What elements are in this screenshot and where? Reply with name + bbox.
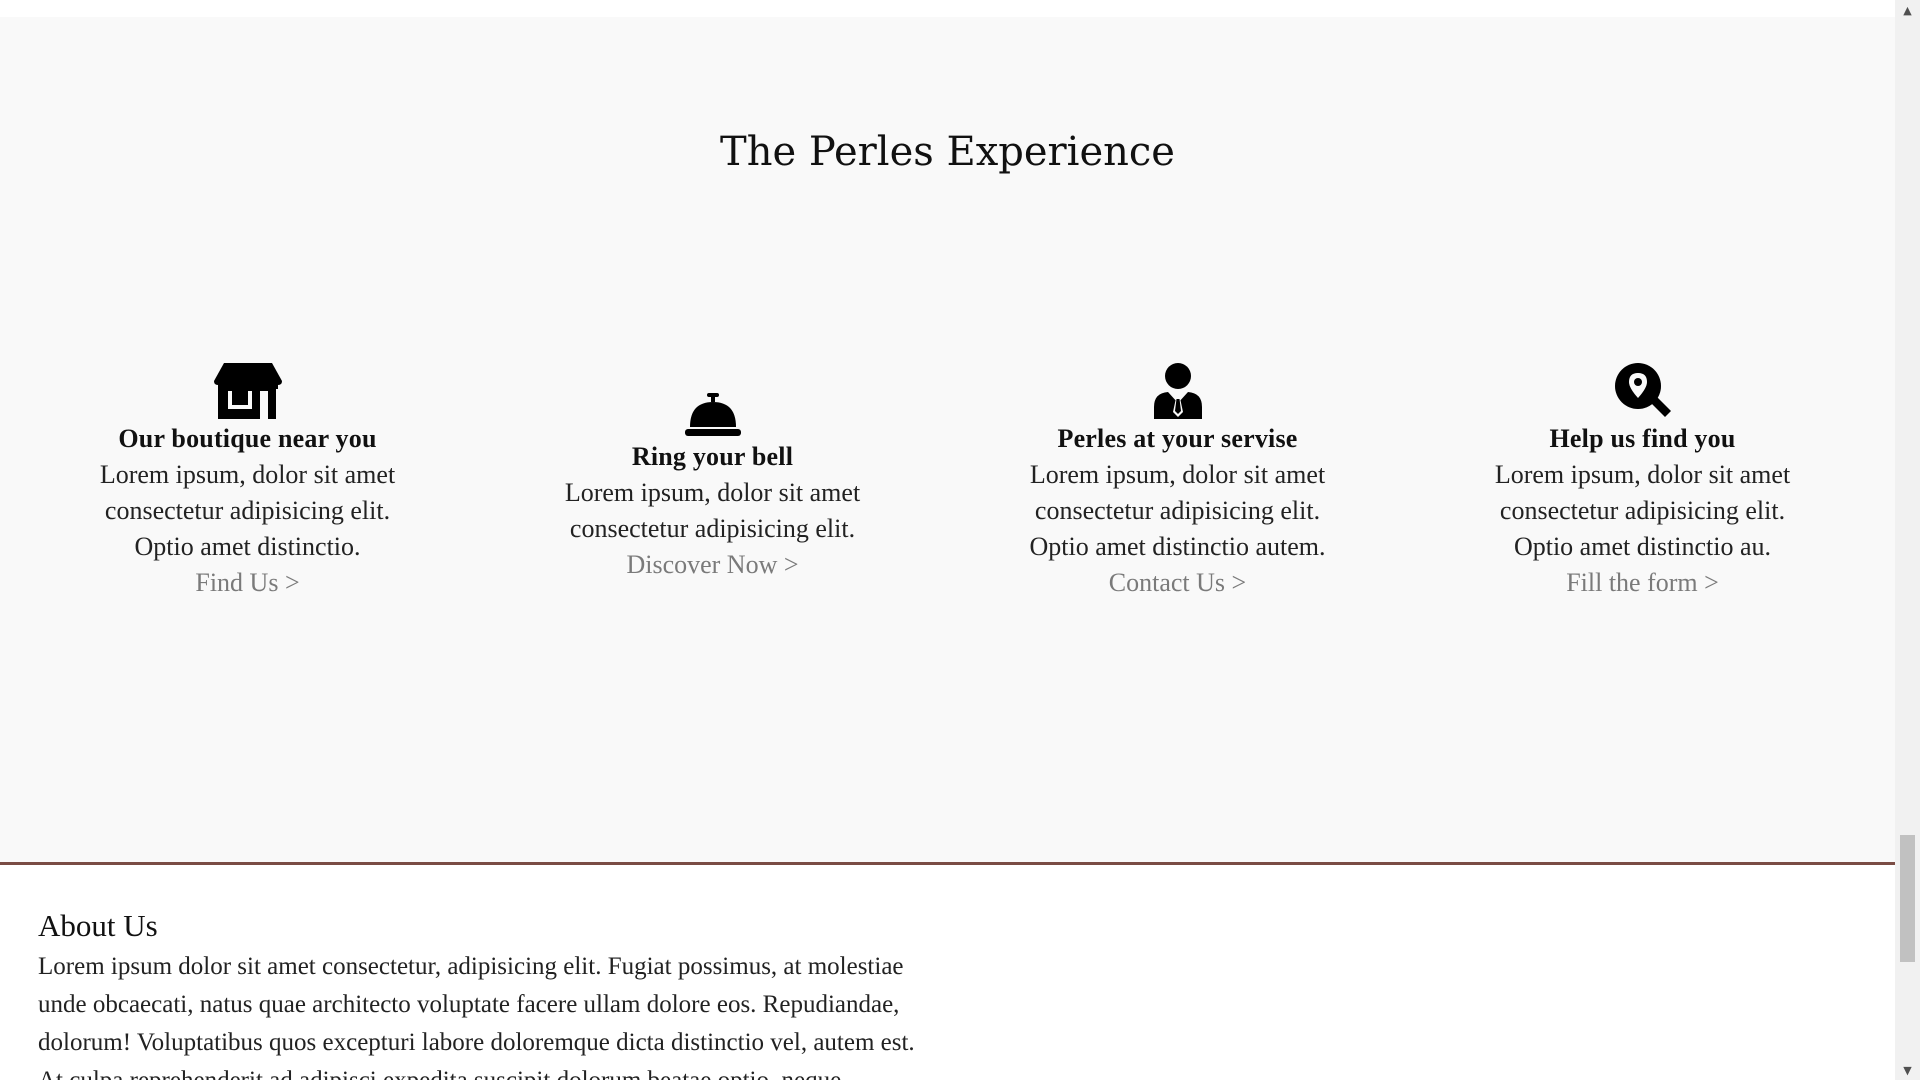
find-us-link[interactable]: Find Us > [15,565,480,601]
card-text-line: Lorem ipsum, dolor sit amet [99,460,396,489]
card-text-line: Lorem ipsum, dolor sit amet [1029,460,1326,489]
page: The Perles Experience Our boutique near … [0,0,1895,1080]
card-boutique: Our boutique near you Lorem ipsum, dolor… [15,357,480,657]
section-divider [0,862,1895,865]
discover-now-link[interactable]: Discover Now > [480,547,945,583]
experience-section: The Perles Experience Our boutique near … [0,17,1895,862]
contact-us-link[interactable]: Contact Us > [945,565,1410,601]
about-section: About Us Lorem ipsum dolor sit amet cons… [38,905,1048,1080]
section-title: The Perles Experience [720,129,1175,175]
card-ring-bell: Ring your bell Lorem ipsum, dolor sit am… [480,357,945,657]
user-tie-icon [945,357,1410,419]
card-title: Help us find you [1549,424,1736,453]
store-icon [15,357,480,419]
card-text-line: consectetur adipisicing elit. [1034,496,1321,525]
about-text-line: dolorum! Voluptatibus quos excepturi lab… [38,1029,915,1056]
vertical-scrollbar[interactable]: ▲ ▼ [1895,0,1920,1080]
card-text-line: Lorem ipsum, dolor sit amet [564,478,861,507]
card-text-line: Optio amet distinctio autem. [1029,532,1326,561]
about-text-line: At culpa reprehenderit ad adipisci exped… [38,1063,1048,1080]
scrollbar-thumb[interactable] [1900,835,1915,962]
card-service: Perles at your servise Lorem ipsum, dolo… [945,357,1410,657]
concierge-bell-icon [480,375,945,437]
card-text-line: Optio amet distinctio. [134,532,361,561]
card-text-line: consectetur adipisicing elit. [569,514,856,543]
about-text-line: unde obcaecati, natus quae architecto vo… [38,991,900,1018]
card-title: Our boutique near you [118,424,377,453]
card-text-line: Optio amet distinctio au. [1513,532,1772,561]
feature-cards: Our boutique near you Lorem ipsum, dolor… [0,357,1895,657]
card-text-line: Lorem ipsum, dolor sit amet [1494,460,1791,489]
about-text-line: Lorem ipsum dolor sit amet consectetur, … [38,953,904,980]
scroll-up-arrow-icon[interactable]: ▲ [1895,0,1920,20]
card-title: Perles at your servise [1057,424,1298,453]
scroll-down-arrow-icon[interactable]: ▼ [1895,1060,1920,1080]
card-find-you: Help us find you Lorem ipsum, dolor sit … [1410,357,1875,657]
card-text-line: consectetur adipisicing elit. [1499,496,1786,525]
card-text-line: consectetur adipisicing elit. [104,496,391,525]
card-title: Ring your bell [631,442,794,471]
search-location-icon [1410,357,1875,419]
fill-form-link[interactable]: Fill the form > [1410,565,1875,601]
about-title: About Us [38,908,158,943]
